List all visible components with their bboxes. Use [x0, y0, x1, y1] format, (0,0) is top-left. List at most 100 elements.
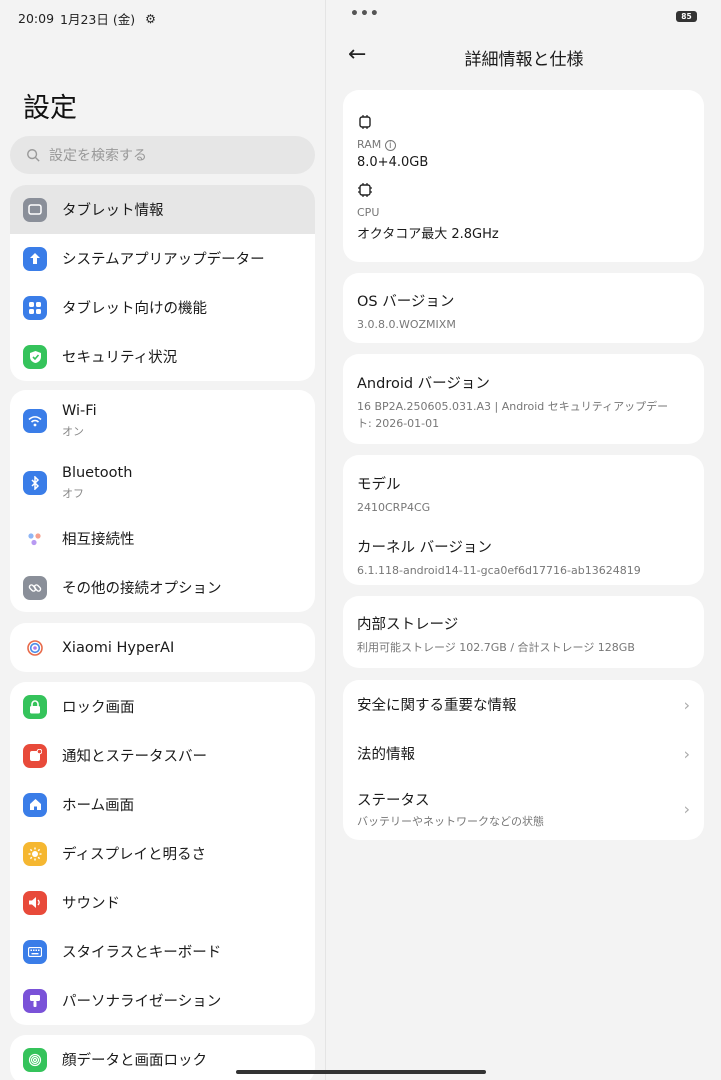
sidebar-item-other-connections[interactable]: その他の接続オプション — [10, 563, 315, 612]
info-links-card: 安全に関する重要な情報 › 法的情報 › ステータス バッテリーやネットワークな… — [343, 680, 704, 840]
cpu-value: オクタコア最大 2.8GHz — [357, 227, 499, 242]
status-bar: 20:09 1月23日 (金) ⚙ — [18, 9, 156, 28]
sidebar-item-label: セキュリティ状況 — [62, 350, 178, 366]
kernel-row[interactable]: カーネル バージョン 6.1.118-android14-11-gca0ef6d… — [357, 536, 704, 579]
model-kernel-card: モデル 2410CRP4CG カーネル バージョン 6.1.118-androi… — [343, 455, 704, 585]
settings-group-display: ロック画面 通知とステータスバー ホーム画面 ディスプレイと明るさ サウンド ス… — [10, 682, 315, 1025]
kernel-title: カーネル バージョン — [357, 540, 492, 556]
model-value: 2410CRP4CG — [357, 501, 431, 514]
sidebar-item-lock-screen[interactable]: ロック画面 — [10, 682, 315, 731]
os-version-value: 3.0.8.0.WOZMIXM — [357, 318, 456, 331]
ram-label: RAM i — [357, 138, 704, 151]
status-time: 20:09 — [18, 11, 55, 26]
link-icon — [23, 575, 47, 600]
cpu-icon — [358, 183, 372, 197]
sidebar-item-interconnectivity[interactable]: 相互接続性 — [10, 514, 315, 563]
sidebar-item-label: その他の接続オプション — [62, 581, 222, 597]
detail-title: 詳細情報と仕様 — [464, 50, 584, 70]
status-sub: バッテリーやネットワークなどの状態 — [357, 814, 544, 828]
chip-icon — [359, 115, 371, 129]
sidebar-item-security-status[interactable]: セキュリティ状況 — [10, 332, 315, 381]
chevron-right-icon: › — [683, 799, 690, 819]
status-row[interactable]: ステータス バッテリーやネットワークなどの状態 › — [357, 778, 704, 840]
storage-title: 内部ストレージ — [357, 617, 459, 633]
sidebar-item-label: システムアプリアップデーター — [62, 252, 265, 268]
model-row[interactable]: モデル 2410CRP4CG — [357, 473, 704, 516]
os-version-card[interactable]: OS バージョン 3.0.8.0.WOZMIXM — [343, 273, 704, 343]
sidebar-item-bluetooth[interactable]: Bluetooth オフ — [10, 452, 315, 514]
ram-value: 8.0+4.0GB — [357, 155, 429, 170]
android-version-value: 16 BP2A.250605.031.A3 | Android セキュリティアッ… — [357, 400, 669, 430]
detail-pane: ••• 85 ← 詳細情報と仕様 RAM i 8.0+4.0GB CPU オクタ… — [325, 0, 721, 1080]
sidebar-item-label: タブレット向けの機能 — [62, 301, 207, 317]
hyperai-icon — [23, 635, 47, 660]
battery-level: 85 — [681, 12, 692, 21]
safety-info-title: 安全に関する重要な情報 — [357, 698, 517, 714]
grid-icon — [23, 295, 47, 320]
android-version-title: Android バージョン — [357, 376, 490, 392]
more-dots-icon[interactable]: ••• — [350, 6, 380, 22]
keyboard-icon — [23, 939, 47, 964]
gesture-bar[interactable] — [236, 1070, 486, 1074]
sidebar-item-label: ロック画面 — [62, 700, 135, 716]
bluetooth-icon — [23, 471, 47, 495]
status-date: 1月23日 (金) — [60, 12, 136, 27]
settings-group-device: タブレット情報 システムアプリアップデーター タブレット向けの機能 セキュリティ… — [10, 185, 315, 381]
status-title: ステータス — [357, 792, 430, 809]
safety-info-row[interactable]: 安全に関する重要な情報 › — [357, 680, 704, 729]
sidebar-item-label: ディスプレイと明るさ — [62, 847, 206, 863]
sidebar-item-label: Wi-Fi — [62, 403, 97, 419]
page-title: 設定 — [23, 93, 77, 124]
tablet-icon — [23, 197, 47, 222]
settings-group-ai: Xiaomi HyperAI — [10, 623, 315, 672]
sidebar-item-label: 相互接続性 — [62, 532, 135, 548]
sidebar-item-system-app-updater[interactable]: システムアプリアップデーター — [10, 234, 315, 283]
sidebar-item-sublabel: オン — [62, 425, 84, 438]
sidebar-item-label: タブレット情報 — [62, 203, 164, 219]
sidebar-item-label: パーソナライゼーション — [62, 994, 222, 1010]
sidebar-item-hyperai[interactable]: Xiaomi HyperAI — [10, 623, 315, 672]
settings-sidebar: 20:09 1月23日 (金) ⚙ 設定 設定を検索する タブレット情報 システ… — [0, 0, 325, 1080]
sidebar-item-notifications[interactable]: 通知とステータスバー — [10, 731, 315, 780]
sidebar-item-label: ホーム画面 — [62, 798, 135, 814]
arrow-up-icon — [23, 246, 47, 271]
search-placeholder: 設定を検索する — [49, 148, 147, 164]
info-icon[interactable]: i — [384, 140, 396, 151]
sidebar-item-personalization[interactable]: パーソナライゼーション — [10, 976, 315, 1025]
notification-icon — [23, 743, 47, 768]
sidebar-item-home-screen[interactable]: ホーム画面 — [10, 780, 315, 829]
sidebar-item-stylus-keyboard[interactable]: スタイラスとキーボード — [10, 927, 315, 976]
sidebar-item-label: 顔データと画面ロック — [62, 1053, 207, 1069]
lock-icon — [23, 694, 47, 719]
sidebar-item-label: Bluetooth — [62, 465, 133, 481]
shield-check-icon — [23, 344, 47, 369]
battery-icon: 85 — [676, 11, 697, 22]
search-input[interactable]: 設定を検索する — [10, 136, 315, 174]
sidebar-item-tablet-info[interactable]: タブレット情報 — [10, 185, 315, 234]
sidebar-item-tablet-features[interactable]: タブレット向けの機能 — [10, 283, 315, 332]
legal-info-title: 法的情報 — [357, 747, 415, 763]
sidebar-item-label: Xiaomi HyperAI — [62, 639, 175, 656]
chevron-right-icon: › — [683, 695, 690, 714]
sidebar-item-label: スタイラスとキーボード — [62, 945, 222, 961]
sidebar-item-sublabel: オフ — [62, 487, 84, 500]
sidebar-item-sound[interactable]: サウンド — [10, 878, 315, 927]
model-title: モデル — [357, 477, 401, 493]
sidebar-item-wifi[interactable]: Wi-Fi オン — [10, 390, 315, 452]
kernel-value: 6.1.118-android14-11-gca0ef6d17716-ab136… — [357, 564, 641, 577]
search-icon — [27, 149, 40, 162]
home-icon — [23, 792, 47, 817]
gear-icon: ⚙ — [145, 11, 156, 26]
sun-icon — [23, 841, 47, 866]
fingerprint-icon — [23, 1047, 47, 1072]
android-version-card[interactable]: Android バージョン 16 BP2A.250605.031.A3 | An… — [343, 354, 704, 444]
chevron-right-icon: › — [683, 744, 690, 763]
storage-card[interactable]: 内部ストレージ 利用可能ストレージ 102.7GB / 合計ストレージ 128G… — [343, 596, 704, 668]
sidebar-item-display-brightness[interactable]: ディスプレイと明るさ — [10, 829, 315, 878]
cpu-label: CPU — [357, 206, 380, 219]
wifi-icon — [23, 409, 47, 433]
dots-icon — [23, 526, 47, 551]
legal-info-row[interactable]: 法的情報 › — [357, 729, 704, 778]
speaker-icon — [23, 890, 47, 915]
os-version-title: OS バージョン — [357, 294, 455, 310]
